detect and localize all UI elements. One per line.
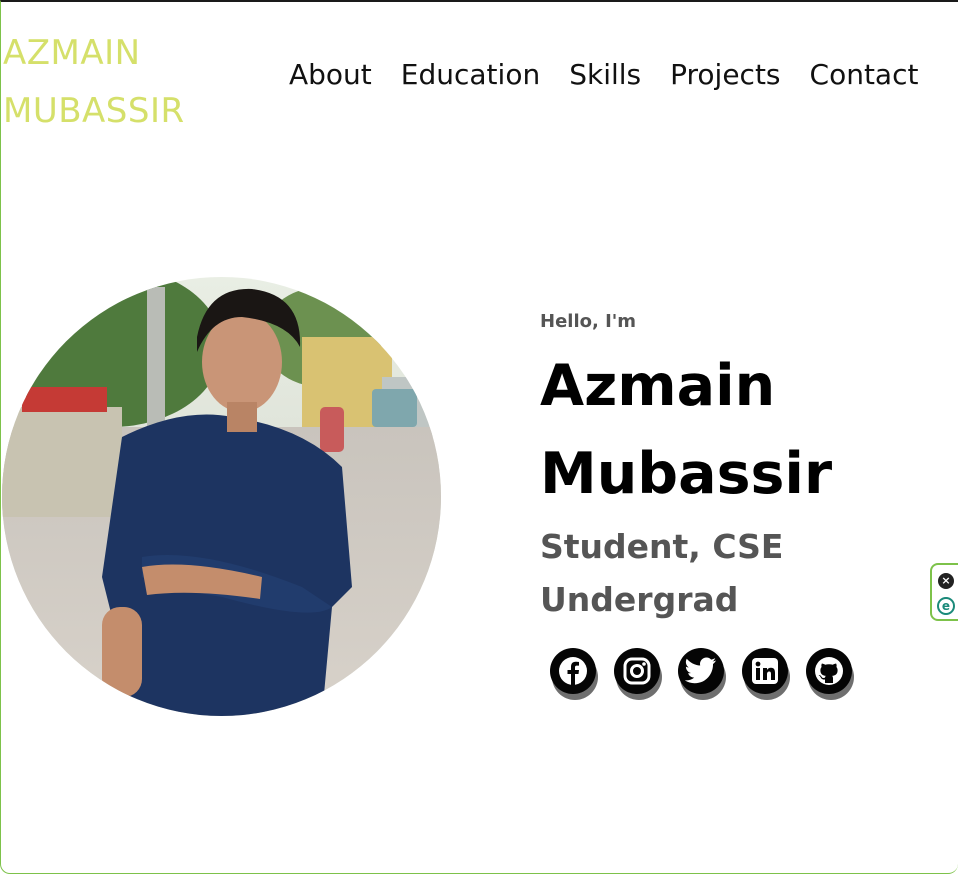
linkedin-icon — [752, 658, 778, 684]
hero-name-line-1: Azmain — [540, 353, 776, 419]
page-frame: AZMAIN MUBASSIR About Education Skills P… — [0, 0, 958, 874]
instagram-icon — [623, 657, 651, 685]
main-nav: About Education Skills Projects Contact — [289, 58, 958, 91]
nav-education[interactable]: Education — [401, 58, 540, 91]
linkedin-link[interactable] — [742, 648, 788, 694]
hero-greeting: Hello, I'm — [540, 311, 637, 332]
hero-role: Student, CSE Undergrad — [540, 520, 880, 626]
github-link[interactable] — [806, 648, 852, 694]
hero-name-line-2: Mubassir — [540, 441, 833, 507]
nav-about[interactable]: About — [289, 58, 372, 91]
social-links — [550, 648, 852, 694]
github-icon — [815, 657, 843, 685]
logo-line-2: MUBASSIR — [3, 91, 185, 131]
nav-contact[interactable]: Contact — [810, 58, 919, 91]
widget-close-icon[interactable]: × — [938, 573, 954, 589]
nav-projects[interactable]: Projects — [670, 58, 780, 91]
hero-role-line-1: Student, CSE — [540, 527, 784, 566]
widget-e-icon[interactable]: e — [937, 597, 955, 615]
facebook-icon — [559, 657, 587, 685]
site-logo[interactable]: AZMAIN MUBASSIR — [3, 24, 263, 140]
twitter-link[interactable] — [678, 648, 724, 694]
logo-line-1: AZMAIN — [3, 33, 141, 73]
profile-photo — [2, 277, 441, 716]
nav-skills[interactable]: Skills — [569, 58, 641, 91]
instagram-link[interactable] — [614, 648, 660, 694]
hero-role-line-2: Undergrad — [540, 580, 739, 619]
hero-name: Azmain Mubassir — [540, 342, 920, 518]
facebook-link[interactable] — [550, 648, 596, 694]
twitter-icon — [685, 657, 716, 684]
side-widget: × e — [930, 563, 958, 621]
